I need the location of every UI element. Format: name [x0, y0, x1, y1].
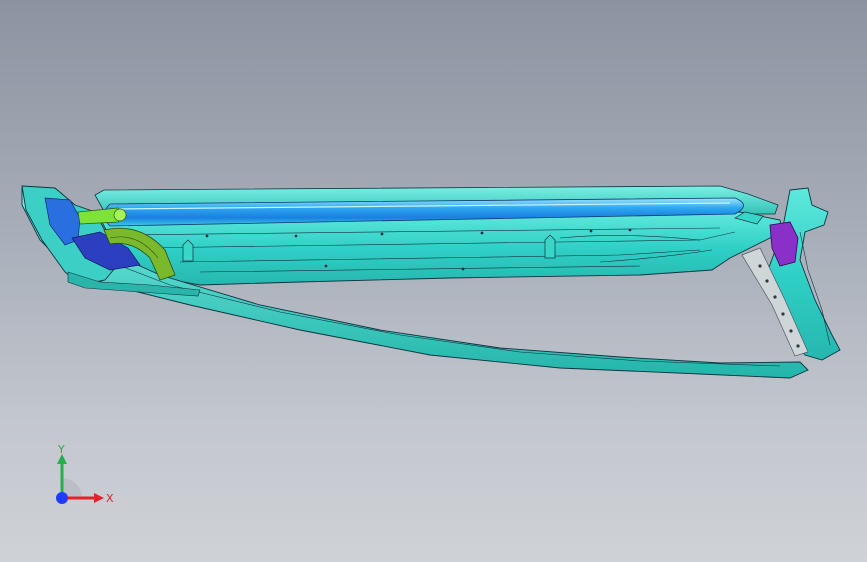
x-axis-label: X [106, 492, 114, 505]
cad-model[interactable] [0, 0, 867, 562]
graphics-viewport[interactable]: Y X [0, 0, 867, 562]
z-axis-dot [56, 492, 68, 504]
coordinate-triad: Y X [56, 443, 114, 505]
end-bracket[interactable] [767, 187, 841, 361]
y-axis-label: Y [57, 443, 65, 456]
